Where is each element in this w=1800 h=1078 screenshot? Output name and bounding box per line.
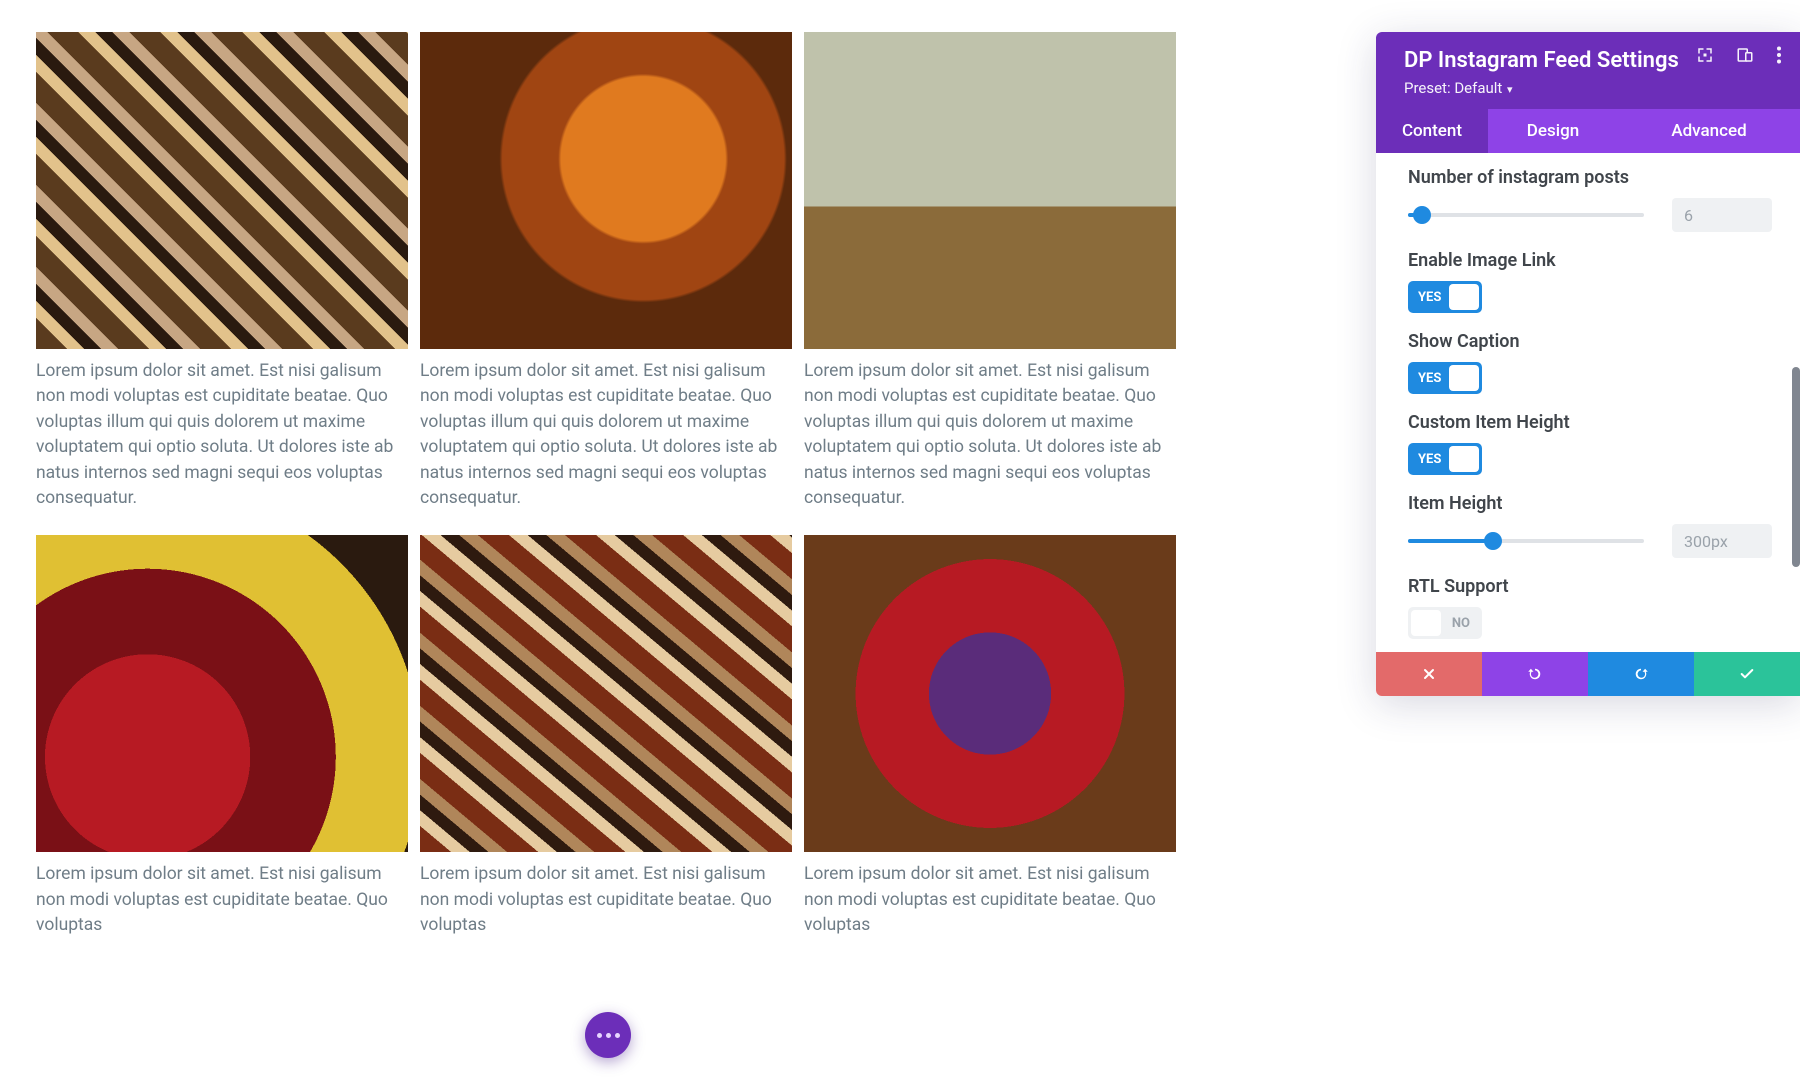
slider-thumb[interactable]	[1484, 532, 1502, 550]
redo-button[interactable]	[1588, 652, 1694, 696]
item-height-input[interactable]: 300px	[1672, 524, 1772, 558]
label-enable-image-link: Enable Image Link	[1408, 250, 1772, 271]
label-num-posts: Number of instagram posts	[1408, 167, 1772, 188]
feed-image[interactable]	[36, 535, 408, 852]
toggle-enable-image-link[interactable]: YES	[1408, 281, 1482, 313]
toggle-knob	[1449, 365, 1479, 391]
toggle-custom-item-height[interactable]: YES	[1408, 443, 1482, 475]
tab-content[interactable]: Content	[1376, 109, 1488, 153]
toggle-knob	[1411, 610, 1441, 636]
panel-header: DP Instagram Feed Settings Preset: Defau…	[1376, 32, 1800, 109]
preset-dropdown[interactable]: Preset: Default ▾	[1404, 79, 1778, 97]
feed-image[interactable]	[804, 535, 1176, 852]
responsive-icon[interactable]	[1736, 46, 1754, 68]
toggle-show-caption[interactable]: YES	[1408, 362, 1482, 394]
fullscreen-icon[interactable]	[1696, 46, 1714, 68]
instagram-feed-grid: Lorem ipsum dolor sit amet. Est nisi gal…	[36, 32, 1176, 950]
feed-caption: Lorem ipsum dolor sit amet. Est nisi gal…	[36, 852, 408, 950]
undo-button[interactable]	[1482, 652, 1588, 696]
feed-image[interactable]	[36, 32, 408, 349]
feed-item[interactable]: Lorem ipsum dolor sit amet. Est nisi gal…	[804, 32, 1176, 523]
feed-caption: Lorem ipsum dolor sit amet. Est nisi gal…	[804, 349, 1176, 523]
label-custom-item-height: Custom Item Height	[1408, 412, 1772, 433]
toggle-knob	[1449, 284, 1479, 310]
panel-body[interactable]: Number of instagram posts 6 Enable Image…	[1376, 153, 1800, 652]
panel-footer	[1376, 652, 1800, 696]
chevron-down-icon: ▾	[1504, 83, 1512, 96]
feed-item[interactable]: Lorem ipsum dolor sit amet. Est nisi gal…	[36, 32, 408, 523]
feed-item[interactable]: Lorem ipsum dolor sit amet. Est nisi gal…	[420, 32, 792, 523]
label-show-caption: Show Caption	[1408, 331, 1772, 352]
dot-icon	[597, 1033, 602, 1038]
label-rtl-support: RTL Support	[1408, 576, 1772, 597]
feed-image[interactable]	[804, 32, 1176, 349]
expand-fab-button[interactable]	[585, 1012, 631, 1058]
feed-item[interactable]: Lorem ipsum dolor sit amet. Est nisi gal…	[420, 535, 792, 950]
slider-thumb[interactable]	[1413, 206, 1431, 224]
feed-caption: Lorem ipsum dolor sit amet. Est nisi gal…	[36, 349, 408, 523]
tab-design[interactable]: Design	[1488, 109, 1618, 153]
undo-icon	[1526, 665, 1544, 683]
feed-image[interactable]	[420, 32, 792, 349]
dot-icon	[615, 1033, 620, 1038]
num-posts-input[interactable]: 6	[1672, 198, 1772, 232]
item-height-slider[interactable]	[1408, 539, 1644, 543]
settings-panel: DP Instagram Feed Settings Preset: Defau…	[1376, 32, 1800, 696]
redo-icon	[1632, 665, 1650, 683]
check-icon	[1737, 666, 1757, 682]
num-posts-slider[interactable]	[1408, 213, 1644, 217]
feed-item[interactable]: Lorem ipsum dolor sit amet. Est nisi gal…	[804, 535, 1176, 950]
save-button[interactable]	[1694, 652, 1800, 696]
feed-caption: Lorem ipsum dolor sit amet. Est nisi gal…	[420, 349, 792, 523]
cancel-button[interactable]	[1376, 652, 1482, 696]
toggle-knob	[1449, 446, 1479, 472]
dot-icon	[606, 1033, 611, 1038]
feed-image[interactable]	[420, 535, 792, 852]
feed-caption: Lorem ipsum dolor sit amet. Est nisi gal…	[804, 852, 1176, 950]
feed-item[interactable]: Lorem ipsum dolor sit amet. Est nisi gal…	[36, 535, 408, 950]
panel-tabs: Content Design Advanced	[1376, 109, 1800, 153]
label-item-height: Item Height	[1408, 493, 1772, 514]
close-icon	[1421, 666, 1437, 682]
toggle-rtl-support[interactable]: NO	[1408, 607, 1482, 639]
feed-caption: Lorem ipsum dolor sit amet. Est nisi gal…	[420, 852, 792, 950]
panel-scrollbar[interactable]	[1792, 367, 1800, 567]
tab-advanced[interactable]: Advanced	[1618, 109, 1800, 153]
kebab-menu-icon[interactable]	[1776, 46, 1782, 68]
